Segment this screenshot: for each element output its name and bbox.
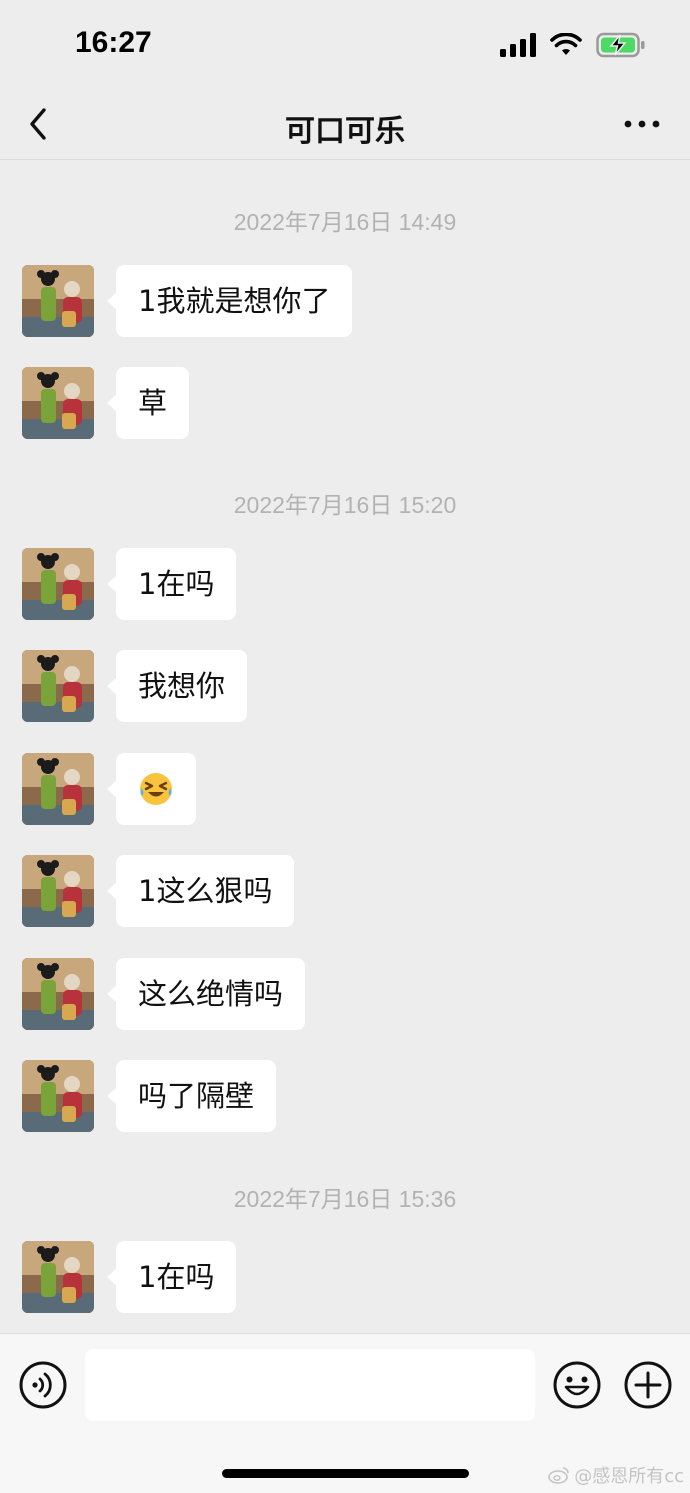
- status-bar: 16:27: [0, 0, 690, 88]
- signal-icon: [500, 33, 536, 57]
- message-bubble[interactable]: 1我就是想你了: [106, 265, 353, 337]
- contact-avatar[interactable]: [22, 958, 94, 1030]
- contact-avatar[interactable]: [22, 367, 94, 439]
- chat-title: 可口可乐: [285, 114, 405, 149]
- message-input[interactable]: [85, 1349, 535, 1421]
- message-row: 1我就是想你了: [22, 265, 353, 337]
- status-time: 16:27: [75, 26, 152, 59]
- contact-avatar[interactable]: [22, 855, 94, 927]
- weibo-logo-icon: [548, 1467, 570, 1484]
- message-row: 我想你: [22, 650, 248, 722]
- voice-icon[interactable]: [18, 1360, 68, 1410]
- timestamp: 2022年7月16日 15:36: [233, 1186, 457, 1212]
- message-bubble[interactable]: 1在吗: [106, 548, 237, 620]
- message-bubble[interactable]: 1这么狠吗: [106, 855, 295, 927]
- message-row: 吗了隔壁: [22, 1060, 277, 1132]
- contact-avatar[interactable]: [22, 1060, 94, 1132]
- contact-avatar[interactable]: [22, 265, 94, 337]
- battery-charging-icon: [596, 32, 645, 58]
- message-bubble[interactable]: 吗了隔壁: [106, 1060, 277, 1132]
- message-row: 1这么狠吗: [22, 855, 295, 927]
- watermark: @感恩所有cc: [548, 1462, 684, 1488]
- message-bubble[interactable]: 草: [106, 367, 190, 439]
- message-bubble[interactable]: 我想你: [106, 650, 248, 722]
- emoji-icon[interactable]: [552, 1360, 602, 1410]
- timestamp: 2022年7月16日 14:49: [233, 209, 457, 235]
- message-bubble[interactable]: 这么绝情吗: [106, 958, 306, 1030]
- plus-icon[interactable]: [623, 1360, 673, 1410]
- message-row: [22, 753, 196, 825]
- contact-avatar[interactable]: [22, 650, 94, 722]
- message-row: 草: [22, 367, 190, 439]
- contact-avatar[interactable]: [22, 1241, 94, 1313]
- contact-avatar[interactable]: [22, 548, 94, 620]
- message-bubble[interactable]: 1在吗: [106, 1241, 237, 1313]
- contact-avatar[interactable]: [22, 753, 94, 825]
- input-bar: @感恩所有cc: [0, 1333, 690, 1493]
- status-icons: [500, 32, 646, 58]
- message-bubble[interactable]: [107, 753, 196, 825]
- message-row: 这么绝情吗: [22, 958, 306, 1030]
- more-icon[interactable]: [624, 112, 660, 136]
- timestamp: 2022年7月16日 15:20: [233, 492, 457, 518]
- message-row: 1在吗: [22, 548, 237, 620]
- chat-area[interactable]: 2022年7月16日 14:49 1我就是想你了 草 2022年7月16日 15…: [0, 161, 690, 1333]
- message-row: 1在吗: [22, 1241, 237, 1313]
- home-indicator[interactable]: [222, 1469, 469, 1478]
- grinning-squint-tears-emoji-icon: [140, 773, 172, 805]
- nav-bar: 可口可乐: [0, 88, 690, 160]
- watermark-text: @感恩所有cc: [574, 1466, 684, 1487]
- wifi-icon: [550, 33, 582, 55]
